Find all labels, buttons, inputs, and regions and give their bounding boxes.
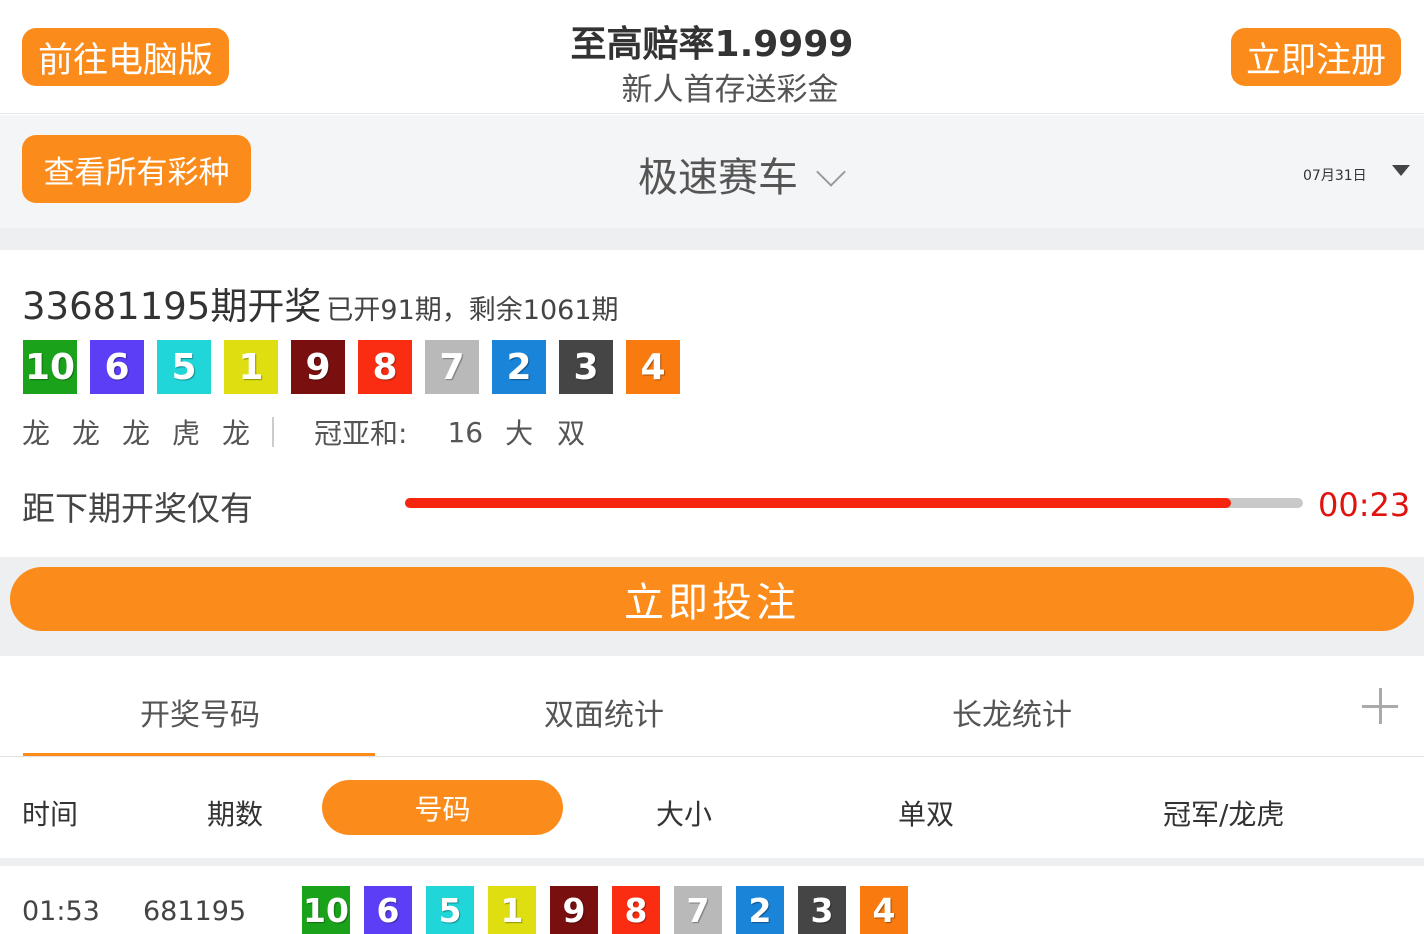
- row-ball: 1: [488, 886, 536, 934]
- issue-progress: 已开91期，剩余1061期: [326, 295, 619, 326]
- issue-title: 33681195期开奖: [22, 285, 322, 328]
- dragon-tiger-2: 龙: [72, 417, 101, 450]
- promo-subtitle: 新人首存送彩金: [621, 72, 839, 108]
- countdown-label: 距下期开奖仅有: [22, 489, 253, 528]
- result-ball: 3: [559, 340, 613, 394]
- promo-title: 至高赔率1.9999: [570, 24, 854, 65]
- bet-now-button[interactable]: 立即投注: [10, 567, 1414, 631]
- all-lotteries-button[interactable]: 查看所有彩种: [22, 135, 251, 203]
- filter-size[interactable]: 大小: [656, 793, 712, 833]
- row-ball: 5: [426, 886, 474, 934]
- sum-label: 冠亚和:: [314, 417, 408, 450]
- row-time: 01:53: [22, 896, 100, 927]
- divider: [0, 228, 1424, 250]
- result-balls: 10 6 5 1 9 8 7 2 3 4: [23, 340, 680, 394]
- stats-tabs: 开奖号码 双面统计 长龙统计: [0, 656, 1424, 757]
- dragon-tiger-row: 龙 龙 龙 虎 龙 冠亚和: 16 大 双: [22, 412, 585, 452]
- caret-down-icon[interactable]: [1392, 165, 1410, 176]
- dragon-tiger-5: 龙: [222, 417, 251, 450]
- game-name-dropdown[interactable]: 极速赛车: [638, 145, 798, 203]
- result-ball: 6: [90, 340, 144, 394]
- countdown-bar: [405, 498, 1303, 508]
- chevron-down-icon[interactable]: [816, 157, 846, 187]
- row-ball: 9: [550, 886, 598, 934]
- table-row: 01:53 681195 10 6 5 1 9 8 7 2 3 4: [0, 866, 1424, 934]
- result-ball: 4: [626, 340, 680, 394]
- dragon-tiger-4: 虎: [172, 417, 201, 450]
- countdown-bar-fill: [405, 498, 1232, 508]
- row-ball: 10: [302, 886, 350, 934]
- row-ball: 3: [798, 886, 846, 934]
- row-ball: 4: [860, 886, 908, 934]
- row-ball: 8: [612, 886, 660, 934]
- result-ball: 8: [358, 340, 412, 394]
- divider: [0, 858, 1424, 866]
- filter-issue: 期数: [207, 798, 264, 831]
- result-ball: 1: [224, 340, 278, 394]
- dragon-tiger-3: 龙: [122, 417, 151, 450]
- lottery-selector-bar: 查看所有彩种 极速赛车 07月31日: [0, 115, 1424, 228]
- result-ball: 2: [492, 340, 546, 394]
- result-ball: 5: [157, 340, 211, 394]
- result-ball: 9: [291, 340, 345, 394]
- row-ball: 2: [736, 886, 784, 934]
- latest-result-panel: 33681195期开奖 已开91期，剩余1061期 10 6 5 1 9 8 7 2 3 4 龙 …: [0, 250, 1424, 557]
- tab-draw-numbers[interactable]: 开奖号码: [140, 690, 260, 734]
- plus-icon[interactable]: [1362, 688, 1398, 724]
- sum-size: 大: [505, 417, 534, 450]
- tab-two-sided-stats[interactable]: 双面统计: [544, 690, 664, 734]
- column-filters: 时间 期数 号码 大小 单双 冠军/龙虎: [0, 757, 1424, 858]
- row-issue: 681195: [143, 896, 247, 927]
- row-ball: 7: [674, 886, 722, 934]
- result-ball: 10: [23, 340, 77, 394]
- dragon-tiger-1: 龙: [22, 417, 51, 450]
- bet-section: 立即投注: [0, 557, 1424, 656]
- sum-parity: 双: [557, 417, 586, 450]
- filter-champion-dragon-tiger[interactable]: 冠军/龙虎: [1163, 793, 1284, 833]
- sum-value: 16: [447, 415, 484, 449]
- filter-parity[interactable]: 单双: [898, 793, 954, 833]
- register-button[interactable]: 立即注册: [1231, 28, 1401, 86]
- filter-number[interactable]: 号码: [322, 780, 563, 835]
- countdown-time: 00:23: [1318, 486, 1411, 524]
- active-tab-indicator: [23, 753, 375, 756]
- date-selector[interactable]: 07月31日: [1303, 165, 1367, 185]
- filter-time: 时间: [22, 798, 79, 831]
- separator: [272, 417, 274, 447]
- row-result-balls: 10 6 5 1 9 8 7 2 3 4: [302, 886, 908, 934]
- row-ball: 6: [364, 886, 412, 934]
- top-bar: 前往电脑版 至高赔率1.9999 新人首存送彩金 立即注册: [0, 0, 1424, 114]
- tab-streak-stats[interactable]: 长龙统计: [952, 690, 1072, 734]
- issue-line: 33681195期开奖 已开91期，剩余1061期: [22, 276, 619, 330]
- result-ball: 7: [425, 340, 479, 394]
